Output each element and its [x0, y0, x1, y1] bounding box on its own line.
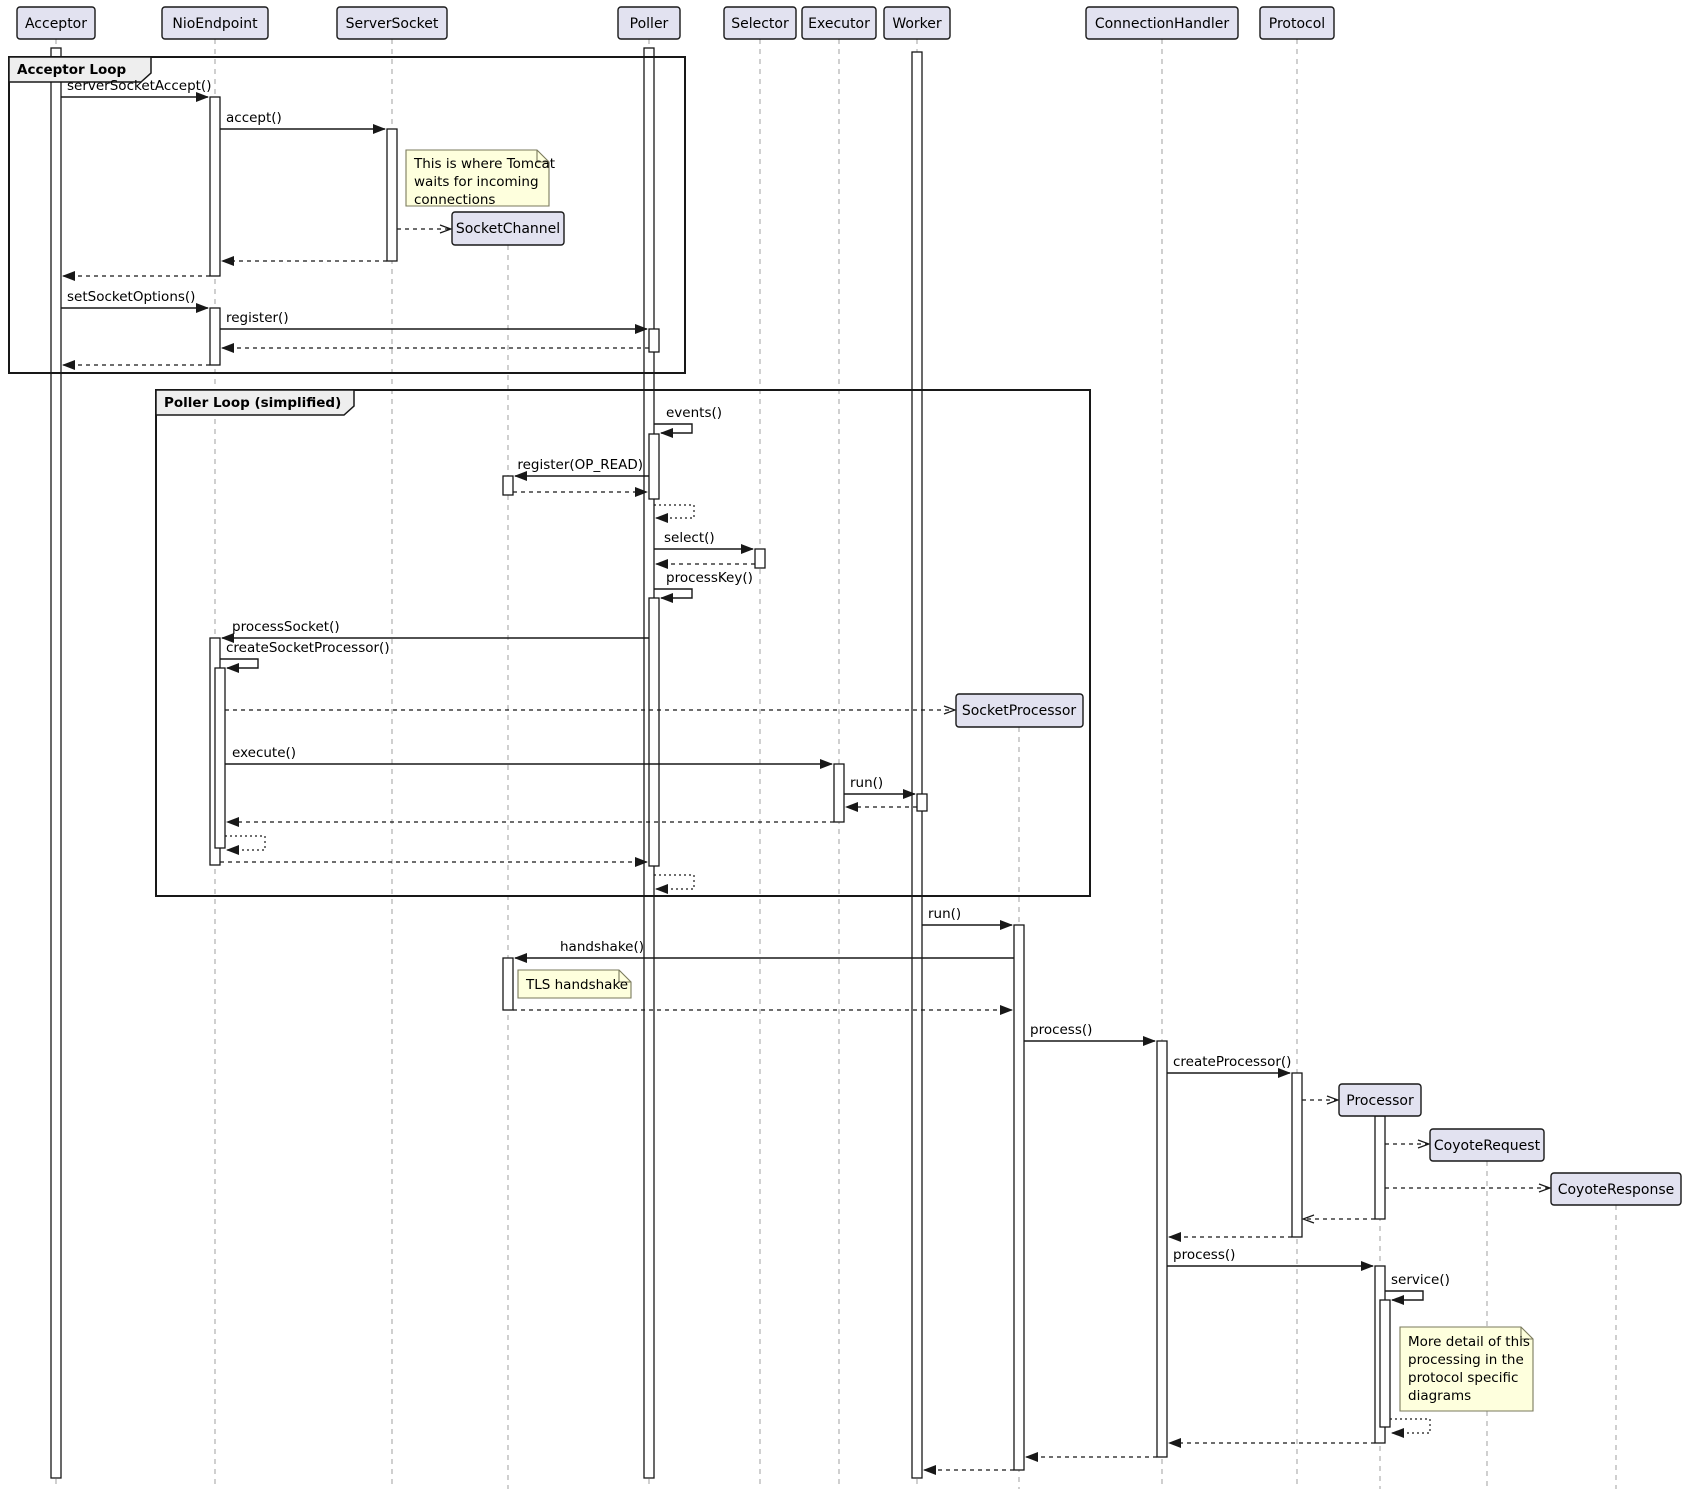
frame-poller-loop-label: Poller Loop (simplified) [164, 395, 341, 411]
participant-executor-label: Executor [808, 16, 870, 32]
label-handshake: handshake() [560, 939, 644, 955]
participant-selector-label: Selector [731, 16, 789, 32]
participant-coyote-response-label: CoyoteResponse [1558, 1182, 1675, 1198]
arrow-create-socket-processor-self [220, 659, 258, 668]
arrow-events-self [654, 424, 692, 433]
activation-socket-processor [1014, 925, 1024, 1470]
activation-processor-create [1375, 1116, 1385, 1219]
activation-socket-channel-handshake [503, 958, 513, 1010]
label-processkey: processKey() [666, 570, 753, 586]
frame-acceptor-loop-label: Acceptor Loop [17, 62, 127, 78]
participant-poller-label: Poller [630, 16, 669, 32]
sequence-diagram: Acceptor Loop Poller Loop (simplified) s… [0, 0, 1682, 1495]
activation-nio-endpoint-accept [210, 97, 220, 276]
participant-server-socket-label: ServerSocket [346, 16, 439, 32]
activation-worker [912, 52, 922, 1478]
label-register-op-read: register(OP_READ) [517, 457, 643, 473]
label-set-socket-options: setSocketOptions() [67, 289, 195, 305]
label-execute: execute() [232, 745, 296, 761]
activation-nio-endpoint-options [210, 308, 220, 365]
label-events: events() [666, 405, 722, 421]
notes: This is where Tomcat waits for incoming … [406, 150, 1533, 1411]
messages-worker-processing: run() handshake() process() createProces… [513, 906, 1549, 1470]
sequence-diagram-canvas: Acceptor Loop Poller Loop (simplified) s… [0, 0, 1682, 1495]
note-detail-line-4: diagrams [1408, 1388, 1471, 1404]
note-tls-line-1: TLS handshake [525, 977, 628, 993]
note-accept-line-1: This is where Tomcat [413, 156, 555, 172]
label-process-socket: processSocket() [232, 619, 340, 635]
activation-selector [755, 549, 765, 568]
label-create-processor: createProcessor() [1173, 1054, 1291, 1070]
activation-processor-service [1380, 1300, 1390, 1427]
label-accept: accept() [226, 110, 282, 126]
activation-connection-handler [1157, 1041, 1167, 1457]
activations-short [210, 97, 1390, 1470]
note-detail-line-1: More detail of this [1408, 1334, 1530, 1350]
participant-worker-label: Worker [892, 16, 942, 32]
participants-created: SocketChannel SocketProcessor Processor … [452, 212, 1681, 1205]
participant-nio-endpoint-label: NioEndpoint [172, 16, 258, 32]
participant-socket-processor-label: SocketProcessor [962, 703, 1077, 719]
label-process-processor: process() [1173, 1247, 1235, 1263]
frame-acceptor-loop-border [9, 57, 685, 373]
note-accept-line-3: connections [414, 192, 495, 208]
arrow-service-self [1385, 1291, 1423, 1300]
activation-executor [834, 764, 844, 822]
label-service: service() [1391, 1272, 1450, 1288]
arrow-processkey-self [654, 589, 692, 598]
participant-processor-label: Processor [1346, 1093, 1414, 1109]
label-run-worker: run() [850, 775, 883, 791]
label-run-socket-processor: run() [928, 906, 961, 922]
label-create-socket-processor: createSocketProcessor() [226, 640, 390, 656]
participant-protocol-label: Protocol [1269, 16, 1325, 32]
arrow-poller-self-return-1 [654, 505, 694, 518]
activation-poller-events [649, 434, 659, 499]
activation-protocol [1292, 1073, 1302, 1237]
activation-nio-endpoint-createsocketprocessor [215, 668, 225, 848]
label-process-connection: process() [1030, 1022, 1092, 1038]
note-detail-line-2: processing in the [1408, 1352, 1524, 1368]
note-detail-line-3: protocol specific [1408, 1370, 1518, 1386]
arrow-poller-self-return-2 [654, 875, 694, 889]
participant-socket-channel-label: SocketChannel [456, 221, 560, 237]
activation-poller-register [649, 329, 659, 352]
activation-acceptor [51, 48, 61, 1478]
participant-coyote-request-label: CoyoteRequest [1434, 1138, 1541, 1154]
activation-socket-channel-register [503, 476, 513, 495]
activation-server-socket [387, 129, 397, 261]
frame-acceptor-loop: Acceptor Loop [9, 57, 685, 373]
participant-acceptor-label: Acceptor [25, 16, 87, 32]
arrow-processor-self-return [1390, 1419, 1430, 1433]
activations-long [51, 48, 922, 1478]
participant-connection-handler-label: ConnectionHandler [1095, 16, 1230, 32]
activation-poller-processkey [649, 598, 659, 866]
label-register: register() [226, 310, 289, 326]
participants-top: Acceptor NioEndpoint ServerSocket Poller… [17, 7, 1334, 39]
note-accept-line-2: waits for incoming [414, 174, 539, 190]
arrow-nioendpoint-self-return [225, 836, 265, 850]
label-server-socket-accept: serverSocketAccept() [67, 78, 211, 94]
label-select: select() [664, 530, 715, 546]
activation-worker-run [917, 794, 927, 811]
